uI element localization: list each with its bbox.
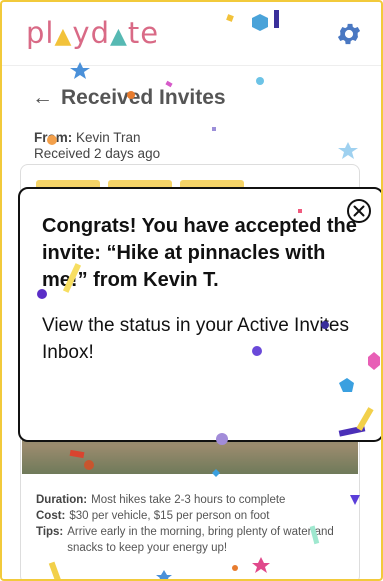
logo-triangle-icon: ▲ — [54, 24, 73, 49]
cost-row: Cost: $30 per vehicle, $15 per person on… — [36, 508, 336, 524]
app-frame: pl▲yd▲te ← Received Invites From: Kevin T… — [0, 0, 383, 581]
duration-label: Duration: — [36, 494, 88, 506]
accepted-invite-modal: Congrats! You have accepted the invite: … — [18, 187, 381, 442]
page-title-text: Received Invites — [61, 86, 226, 109]
duration-value: Most hikes take 2-3 hours to complete — [91, 494, 286, 506]
cost-value: $30 per vehicle, $15 per person on foot — [69, 510, 270, 522]
invite-details: Duration: Most hikes take 2-3 hours to c… — [36, 492, 336, 556]
tips-value: Arrive early in the morning, bring plent… — [67, 526, 334, 554]
playdate-logo[interactable]: pl▲yd▲te — [26, 16, 159, 50]
modal-body: View the status in your Active Invites I… — [42, 315, 349, 363]
app-header: pl▲yd▲te — [2, 2, 381, 66]
tips-row: Tips: Arrive early in the morning, bring… — [36, 524, 336, 556]
logo-text-part: d — [90, 16, 110, 50]
page-title: ← Received Invites — [32, 86, 226, 110]
logo-triangle-icon: ▲ — [109, 24, 128, 49]
logo-text-part: pl — [26, 16, 55, 50]
duration-row: Duration: Most hikes take 2-3 hours to c… — [36, 492, 336, 508]
modal-heading: Congrats! You have accepted the invite: … — [42, 215, 357, 291]
cost-label: Cost: — [36, 510, 66, 522]
close-circle-icon[interactable] — [346, 198, 372, 224]
logo-text-part: y — [72, 16, 91, 50]
gear-icon[interactable] — [335, 20, 363, 48]
from-value: Kevin Tran — [76, 130, 141, 145]
tips-label: Tips: — [36, 526, 64, 538]
logo-text-part: te — [127, 16, 160, 50]
invite-meta: From: Kevin Tran Received 2 days ago — [34, 130, 160, 162]
back-arrow-icon[interactable]: ← — [32, 86, 53, 109]
received-time: Received 2 days ago — [34, 146, 161, 161]
from-label: From: — [34, 130, 73, 145]
